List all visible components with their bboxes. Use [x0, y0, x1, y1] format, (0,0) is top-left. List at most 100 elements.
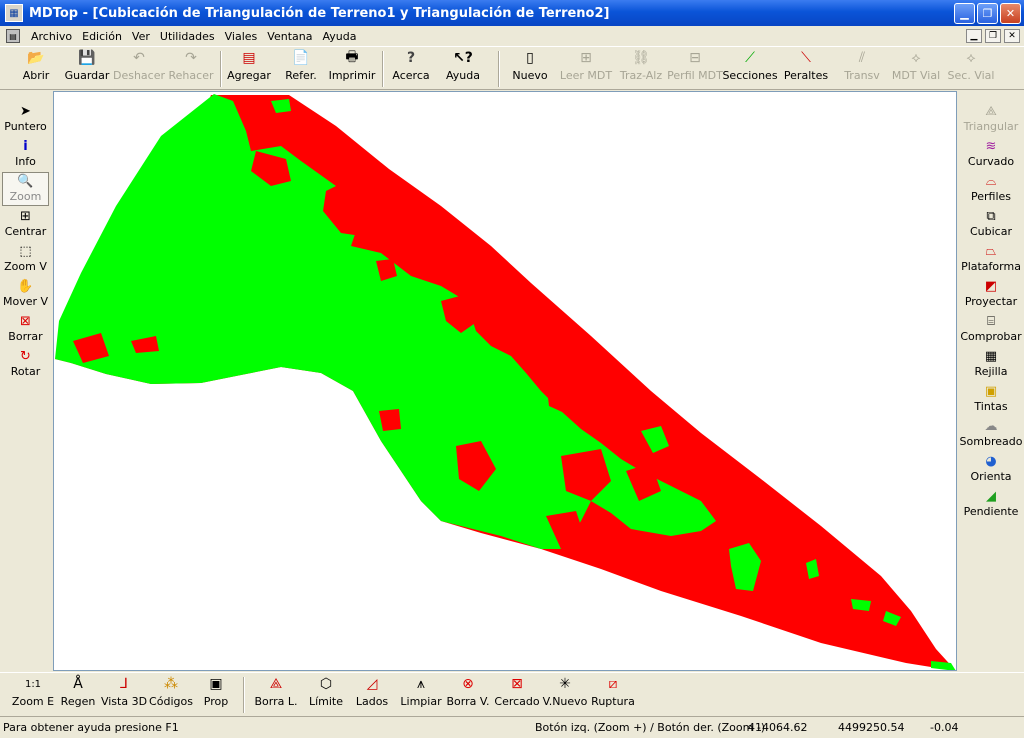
agregar-button[interactable]: ▤ Agregar	[227, 49, 271, 89]
curvado-tool[interactable]: ≋ Curvado	[958, 138, 1024, 172]
regen-button[interactable]: Å Regen	[59, 675, 97, 715]
about-icon: ?	[406, 50, 416, 66]
alignment-icon: ⛓	[632, 50, 650, 66]
app-icon[interactable]: ▦	[5, 4, 23, 22]
menu-archivo[interactable]: Archivo	[26, 30, 77, 43]
reference-icon: 📄	[292, 50, 310, 66]
proyectar-tool[interactable]: ◩ Proyectar	[958, 278, 1024, 312]
prop-button[interactable]: ▣ Prop	[200, 675, 232, 715]
clean-icon: ⩚	[417, 676, 425, 692]
triangular-tool[interactable]: ⟁ Triangular	[958, 103, 1024, 137]
zoom-tool[interactable]: 🔍 Zoom	[2, 172, 49, 206]
borra-v-button[interactable]: ⊗ Borra V.	[446, 675, 490, 715]
bottom-toolbar: 1:1 Zoom E Å Regen ⅃ Vista 3D ⁂ Códigos ▣ Pro…	[0, 672, 1024, 716]
erase-vertex-icon: ⊗	[462, 676, 474, 692]
document-icon[interactable]: ▤	[6, 29, 20, 43]
lados-button[interactable]: ◿ Lados	[354, 675, 390, 715]
fill-patch	[931, 661, 956, 670]
road-section-icon: ⟡	[966, 50, 976, 66]
nuevo-button[interactable]: ▯ Nuevo	[512, 49, 548, 89]
status-y-coordinate: 4499250.54	[838, 721, 905, 734]
peraltes-button[interactable]: ⟍ Peraltes	[783, 49, 829, 89]
perfiles-tool[interactable]: ⌓ Perfiles	[958, 173, 1024, 207]
limpiar-button[interactable]: ⩚ Limpiar	[400, 675, 441, 715]
pointer-icon: ➤	[20, 104, 31, 119]
platform-icon: ⏢	[985, 244, 997, 259]
leer-mdt-button[interactable]: ⊞ Leer MDT	[560, 49, 612, 89]
info-icon: i	[23, 139, 28, 154]
guardar-button[interactable]: 💾 Guardar	[63, 49, 111, 89]
zoom-window-icon: ⬚	[19, 244, 32, 259]
vista-3d-button[interactable]: ⅃ Vista 3D	[101, 675, 147, 715]
sombreado-tool[interactable]: ☁ Sombreado	[958, 418, 1024, 452]
menu-edicion[interactable]: Edición	[77, 30, 127, 43]
tintas-tool[interactable]: ▣ Tintas	[958, 383, 1024, 417]
codigos-button[interactable]: ⁂ Códigos	[149, 675, 193, 715]
close-icon: ✕	[1005, 7, 1016, 20]
imprimir-button[interactable]: 🖶 Imprimir	[329, 49, 376, 89]
save-disk-icon: 💾	[78, 50, 96, 66]
refer-button[interactable]: 📄 Refer.	[282, 49, 320, 89]
traz-alz-button[interactable]: ⛓ Traz-Alz	[619, 49, 663, 89]
slope-icon: ◢	[986, 489, 996, 504]
info-tool[interactable]: i Info	[2, 138, 49, 172]
limite-button[interactable]: ⬡ Límite	[308, 675, 344, 715]
v-nuevo-button[interactable]: ✳ V.Nuevo	[543, 675, 588, 715]
sec-vial-button[interactable]: ⟡ Sec. Vial	[948, 49, 995, 89]
mdi-close-button[interactable]: ✕	[1004, 29, 1020, 43]
orientation-wheel-icon: ◕	[985, 454, 997, 469]
maximize-button[interactable]: ❐	[977, 3, 998, 24]
deshacer-button[interactable]: ↶ Deshacer	[113, 49, 165, 89]
pendiente-tool[interactable]: ◢ Pendiente	[958, 488, 1024, 522]
window-title: MDTop - [Cubicación de Triangulación de …	[29, 5, 610, 21]
rehacer-button[interactable]: ↷ Rehacer	[168, 49, 214, 89]
borra-l-button[interactable]: ⟁ Borra L.	[254, 675, 298, 715]
right-toolbar: ⟁ Triangular ≋ Curvado ⌓ Perfiles ⧉ Cubicar …	[958, 91, 1024, 671]
new-icon: ▯	[526, 50, 534, 66]
perfil-mdt-button[interactable]: ⊟ Perfil MDT	[667, 49, 723, 89]
menu-utilidades[interactable]: Utilidades	[155, 30, 220, 43]
status-z-value: -0.04	[930, 721, 959, 734]
toolbar-separator	[220, 51, 222, 87]
redo-icon: ↷	[185, 50, 197, 66]
toolbar-separator	[243, 677, 245, 713]
transv-button[interactable]: ⫽ Transv	[843, 49, 881, 89]
zoom-e-button[interactable]: 1:1 Zoom E	[12, 675, 54, 715]
borrar-tool[interactable]: ⊠ Borrar	[2, 313, 49, 347]
menu-ver[interactable]: Ver	[127, 30, 155, 43]
toolbar-separator	[382, 51, 384, 87]
mdt-vial-button[interactable]: ⟡ MDT Vial	[892, 49, 940, 89]
comprobar-tool[interactable]: ⌸ Comprobar	[958, 313, 1024, 347]
status-x-coordinate: 414064.62	[748, 721, 808, 734]
check-icon: ⌸	[987, 314, 995, 329]
zoom-v-tool[interactable]: ⬚ Zoom V	[2, 243, 49, 277]
zoom-1to1-icon: 1:1	[24, 678, 42, 690]
centrar-tool[interactable]: ⊞ Centrar	[2, 208, 49, 242]
orienta-tool[interactable]: ◕ Orienta	[958, 453, 1024, 487]
menu-ventana[interactable]: Ventana	[262, 30, 317, 43]
secciones-button[interactable]: ⟋ Secciones	[722, 49, 777, 89]
transversal-icon: ⫽	[858, 50, 866, 66]
main-toolbar: 📂 Abrir 💾 Guardar ↶ Deshacer ↷ Rehacer ▤ Agre…	[0, 46, 1024, 90]
plataforma-tool[interactable]: ⏢ Plataforma	[958, 243, 1024, 277]
cercado-button[interactable]: ⊠ Cercado	[494, 675, 539, 715]
minimize-button[interactable]: ▁	[954, 3, 975, 24]
menu-viales[interactable]: Viales	[220, 30, 263, 43]
map-canvas[interactable]	[53, 91, 957, 671]
rotar-tool[interactable]: ↻ Rotar	[2, 348, 49, 382]
menu-ayuda[interactable]: Ayuda	[317, 30, 361, 43]
rejilla-tool[interactable]: ▦ Rejilla	[958, 348, 1024, 382]
mover-v-tool[interactable]: ✋ Mover V	[2, 278, 49, 312]
road-mdt-icon: ⟡	[911, 50, 921, 66]
cubicar-tool[interactable]: ⧉ Cubicar	[958, 208, 1024, 242]
profile-mdt-icon: ⊟	[689, 50, 701, 66]
status-mouse-hint: Botón izq. (Zoom +) / Botón der. (Zoom -…	[535, 721, 766, 734]
close-button[interactable]: ✕	[1000, 3, 1021, 24]
ruptura-button[interactable]: ⧄ Ruptura	[591, 675, 635, 715]
ayuda-button[interactable]: ↖? Ayuda	[445, 49, 481, 89]
mdi-minimize-button[interactable]: ▁	[966, 29, 982, 43]
acerca-button[interactable]: ? Acerca	[392, 49, 430, 89]
puntero-tool[interactable]: ➤ Puntero	[2, 103, 49, 137]
mdi-restore-button[interactable]: ❐	[985, 29, 1001, 43]
abrir-button[interactable]: 📂 Abrir	[18, 49, 54, 89]
